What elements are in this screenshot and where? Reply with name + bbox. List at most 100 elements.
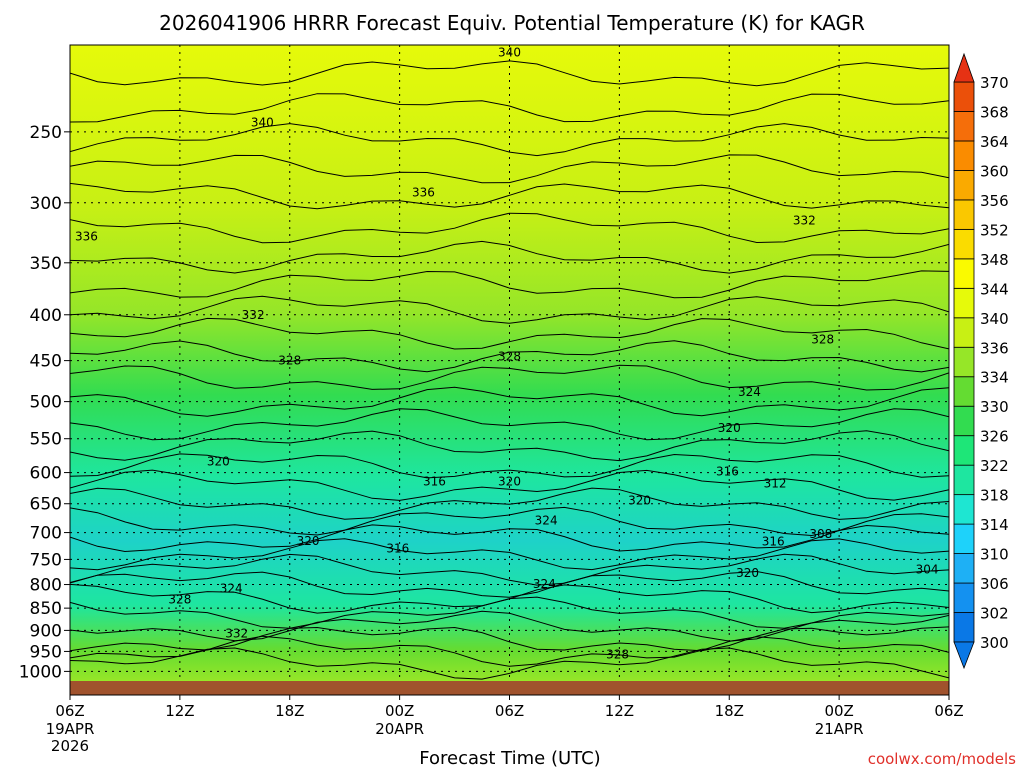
colorbar-swatch xyxy=(953,464,975,496)
x-tick-label: 06Z xyxy=(495,702,524,720)
colorbar-label: 322 xyxy=(980,457,1009,475)
colorbar-swatch xyxy=(953,582,975,613)
colorbar-swatch xyxy=(953,435,975,466)
colorbar-label: 356 xyxy=(980,192,1009,210)
contour-label: 320 xyxy=(718,421,741,435)
colorbar-label: 314 xyxy=(980,516,1009,534)
x-tick-label: 00Z xyxy=(385,702,414,720)
x-tick-label: 06Z xyxy=(55,702,84,720)
x-tick-label: 18Z xyxy=(715,702,744,720)
colorbar-swatch xyxy=(953,111,975,142)
y-tick-label: 650 xyxy=(30,495,62,515)
colorbar-swatch xyxy=(953,494,975,525)
contour-label: 308 xyxy=(809,527,832,541)
contour-label: 332 xyxy=(793,214,816,228)
colorbar-label: 300 xyxy=(980,634,1009,652)
colorbar-label: 334 xyxy=(980,369,1009,387)
y-tick-label: 850 xyxy=(30,599,62,619)
y-tick-label: 1000 xyxy=(19,662,62,682)
y-tick-label: 550 xyxy=(30,430,62,450)
x-tick-label: 19APR xyxy=(46,720,95,738)
contour-label: 332 xyxy=(242,308,265,322)
colorbar-label: 318 xyxy=(980,487,1009,505)
contour-label: 328 xyxy=(811,332,834,346)
colorbar-swatch xyxy=(953,346,975,378)
chart-svg: 2026041906 HRRR Forecast Equiv. Potentia… xyxy=(19,11,1016,768)
colorbar: 300 302 306 310 314 318 322 326 330 334 336 340 344 3… xyxy=(953,52,1009,670)
colorbar-label: 348 xyxy=(980,251,1009,269)
contour-label: 332 xyxy=(225,626,248,640)
x-tick-label: 2026 xyxy=(51,737,89,755)
contour-label: 312 xyxy=(764,476,787,490)
x-axis: 06Z19APR202612Z 18Z 00Z20APR06Z 12Z 18Z 00Z21… xyxy=(46,695,964,755)
colorbar-swatch xyxy=(953,287,975,319)
contour-label: 324 xyxy=(533,577,556,591)
chart-title: 2026041906 HRRR Forecast Equiv. Potentia… xyxy=(159,11,865,35)
x-tick-label: 21APR xyxy=(815,720,864,738)
colorbar-label: 370 xyxy=(980,74,1009,92)
contour-label: 324 xyxy=(535,514,558,528)
contour-label: 320 xyxy=(207,454,230,468)
contour-label: 324 xyxy=(738,385,761,399)
x-tick-label: 12Z xyxy=(605,702,634,720)
colorbar-label: 364 xyxy=(980,133,1009,151)
x-tick-label: 18Z xyxy=(275,702,304,720)
contour-label: 320 xyxy=(628,494,651,508)
y-tick-label: 450 xyxy=(30,352,62,372)
colorbar-label: 360 xyxy=(980,162,1009,180)
colorbar-swatch xyxy=(953,612,975,643)
contour-label: 320 xyxy=(498,475,521,489)
contour-label: 320 xyxy=(297,534,320,548)
credit-text[interactable]: coolwx.com/models xyxy=(868,750,1016,768)
y-tick-label: 250 xyxy=(30,123,62,143)
colorbar-swatch xyxy=(953,140,975,171)
x-tick-label: 06Z xyxy=(934,702,963,720)
contour-label: 336 xyxy=(75,229,98,243)
contour-label: 336 xyxy=(412,185,435,199)
y-tick-label: 600 xyxy=(30,464,62,484)
colorbar-label: 352 xyxy=(980,221,1009,239)
colorbar-label: 340 xyxy=(980,310,1009,328)
contour-label: 328 xyxy=(606,647,629,661)
contour-label: 316 xyxy=(423,475,446,489)
y-tick-label: 800 xyxy=(30,576,62,596)
colorbar-swatch xyxy=(953,523,975,554)
x-axis-label: Forecast Time (UTC) xyxy=(419,748,600,768)
y-tick-label: 350 xyxy=(30,254,62,274)
colorbar-swatch xyxy=(953,81,975,112)
y-tick-label: 400 xyxy=(30,306,62,326)
y-tick-label: 750 xyxy=(30,550,62,570)
colorbar-swatch xyxy=(953,199,975,230)
y-axis: 2503003504004505005506006507007508008509… xyxy=(19,123,70,682)
colorbar-swatch xyxy=(953,170,975,201)
colorbar-label: 330 xyxy=(980,398,1009,416)
contour-label: 316 xyxy=(386,541,409,555)
contour-label: 328 xyxy=(278,354,301,368)
contour-label: 324 xyxy=(220,581,243,595)
colorbar-swatch xyxy=(953,317,975,348)
contour-label: 316 xyxy=(716,464,739,478)
y-tick-label: 950 xyxy=(30,642,62,662)
colorbar-min-arrow xyxy=(953,641,975,670)
colorbar-swatch xyxy=(953,258,975,289)
contour-label: 320 xyxy=(736,566,759,580)
colorbar-swatch xyxy=(953,553,975,584)
colorbar-label: 368 xyxy=(980,103,1009,121)
contour-label: 304 xyxy=(916,563,939,577)
colorbar-max-arrow xyxy=(953,52,975,83)
contour-label: 316 xyxy=(762,534,785,548)
colorbar-label: 302 xyxy=(980,605,1009,623)
x-tick-label: 12Z xyxy=(165,702,194,720)
colorbar-label: 306 xyxy=(980,575,1009,593)
y-tick-label: 300 xyxy=(30,194,62,214)
colorbar-label: 310 xyxy=(980,546,1009,564)
colorbar-swatch xyxy=(953,405,975,437)
y-tick-label: 500 xyxy=(30,393,62,413)
colorbar-label: 336 xyxy=(980,339,1009,357)
contour-label: 340 xyxy=(498,46,521,60)
x-tick-label: 20APR xyxy=(375,720,424,738)
contour-label: 340 xyxy=(251,115,274,129)
ground-bar xyxy=(70,681,949,695)
contour-label: 328 xyxy=(498,349,521,363)
colorbar-swatch xyxy=(953,376,975,407)
